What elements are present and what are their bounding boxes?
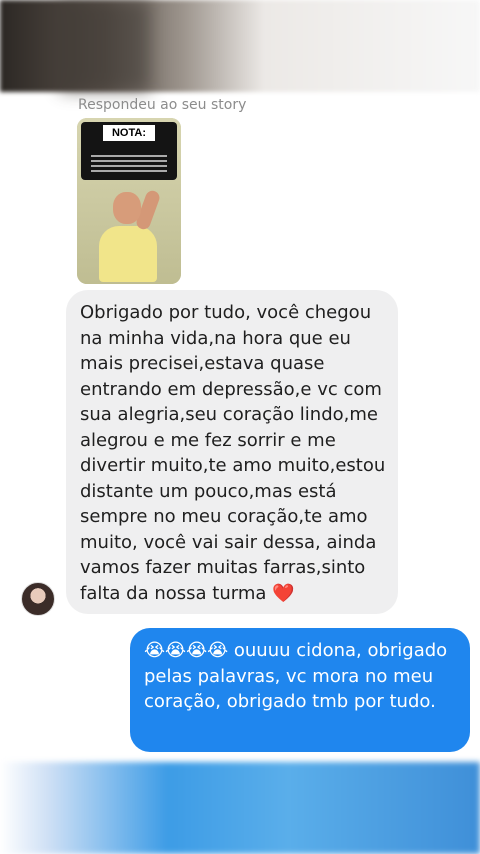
- blurred-header: [0, 0, 480, 92]
- received-message-text: Obrigado por tudo, você chegou na minha …: [80, 300, 390, 606]
- story-person-image: [91, 186, 167, 282]
- story-note-box: NOTA:: [81, 122, 177, 180]
- story-note-title: NOTA:: [103, 125, 155, 141]
- story-thumbnail[interactable]: NOTA:: [77, 118, 181, 284]
- sent-message-text: 😭😭😭😭 ouuuu cidona, obrigado pelas palavr…: [144, 638, 464, 715]
- received-message-bubble[interactable]: Obrigado por tudo, você chegou na minha …: [66, 290, 398, 614]
- received-message-body: Obrigado por tudo, você chegou na minha …: [80, 302, 386, 604]
- story-reply-label: Respondeu ao seu story: [78, 97, 247, 113]
- sender-avatar[interactable]: [21, 582, 55, 616]
- crying-emoji-icons: 😭😭😭😭: [144, 640, 229, 661]
- heart-emoji-icon: ❤️: [272, 582, 295, 604]
- sent-message-bubble[interactable]: 😭😭😭😭 ouuuu cidona, obrigado pelas palavr…: [130, 628, 470, 752]
- blurred-footer: [0, 762, 480, 854]
